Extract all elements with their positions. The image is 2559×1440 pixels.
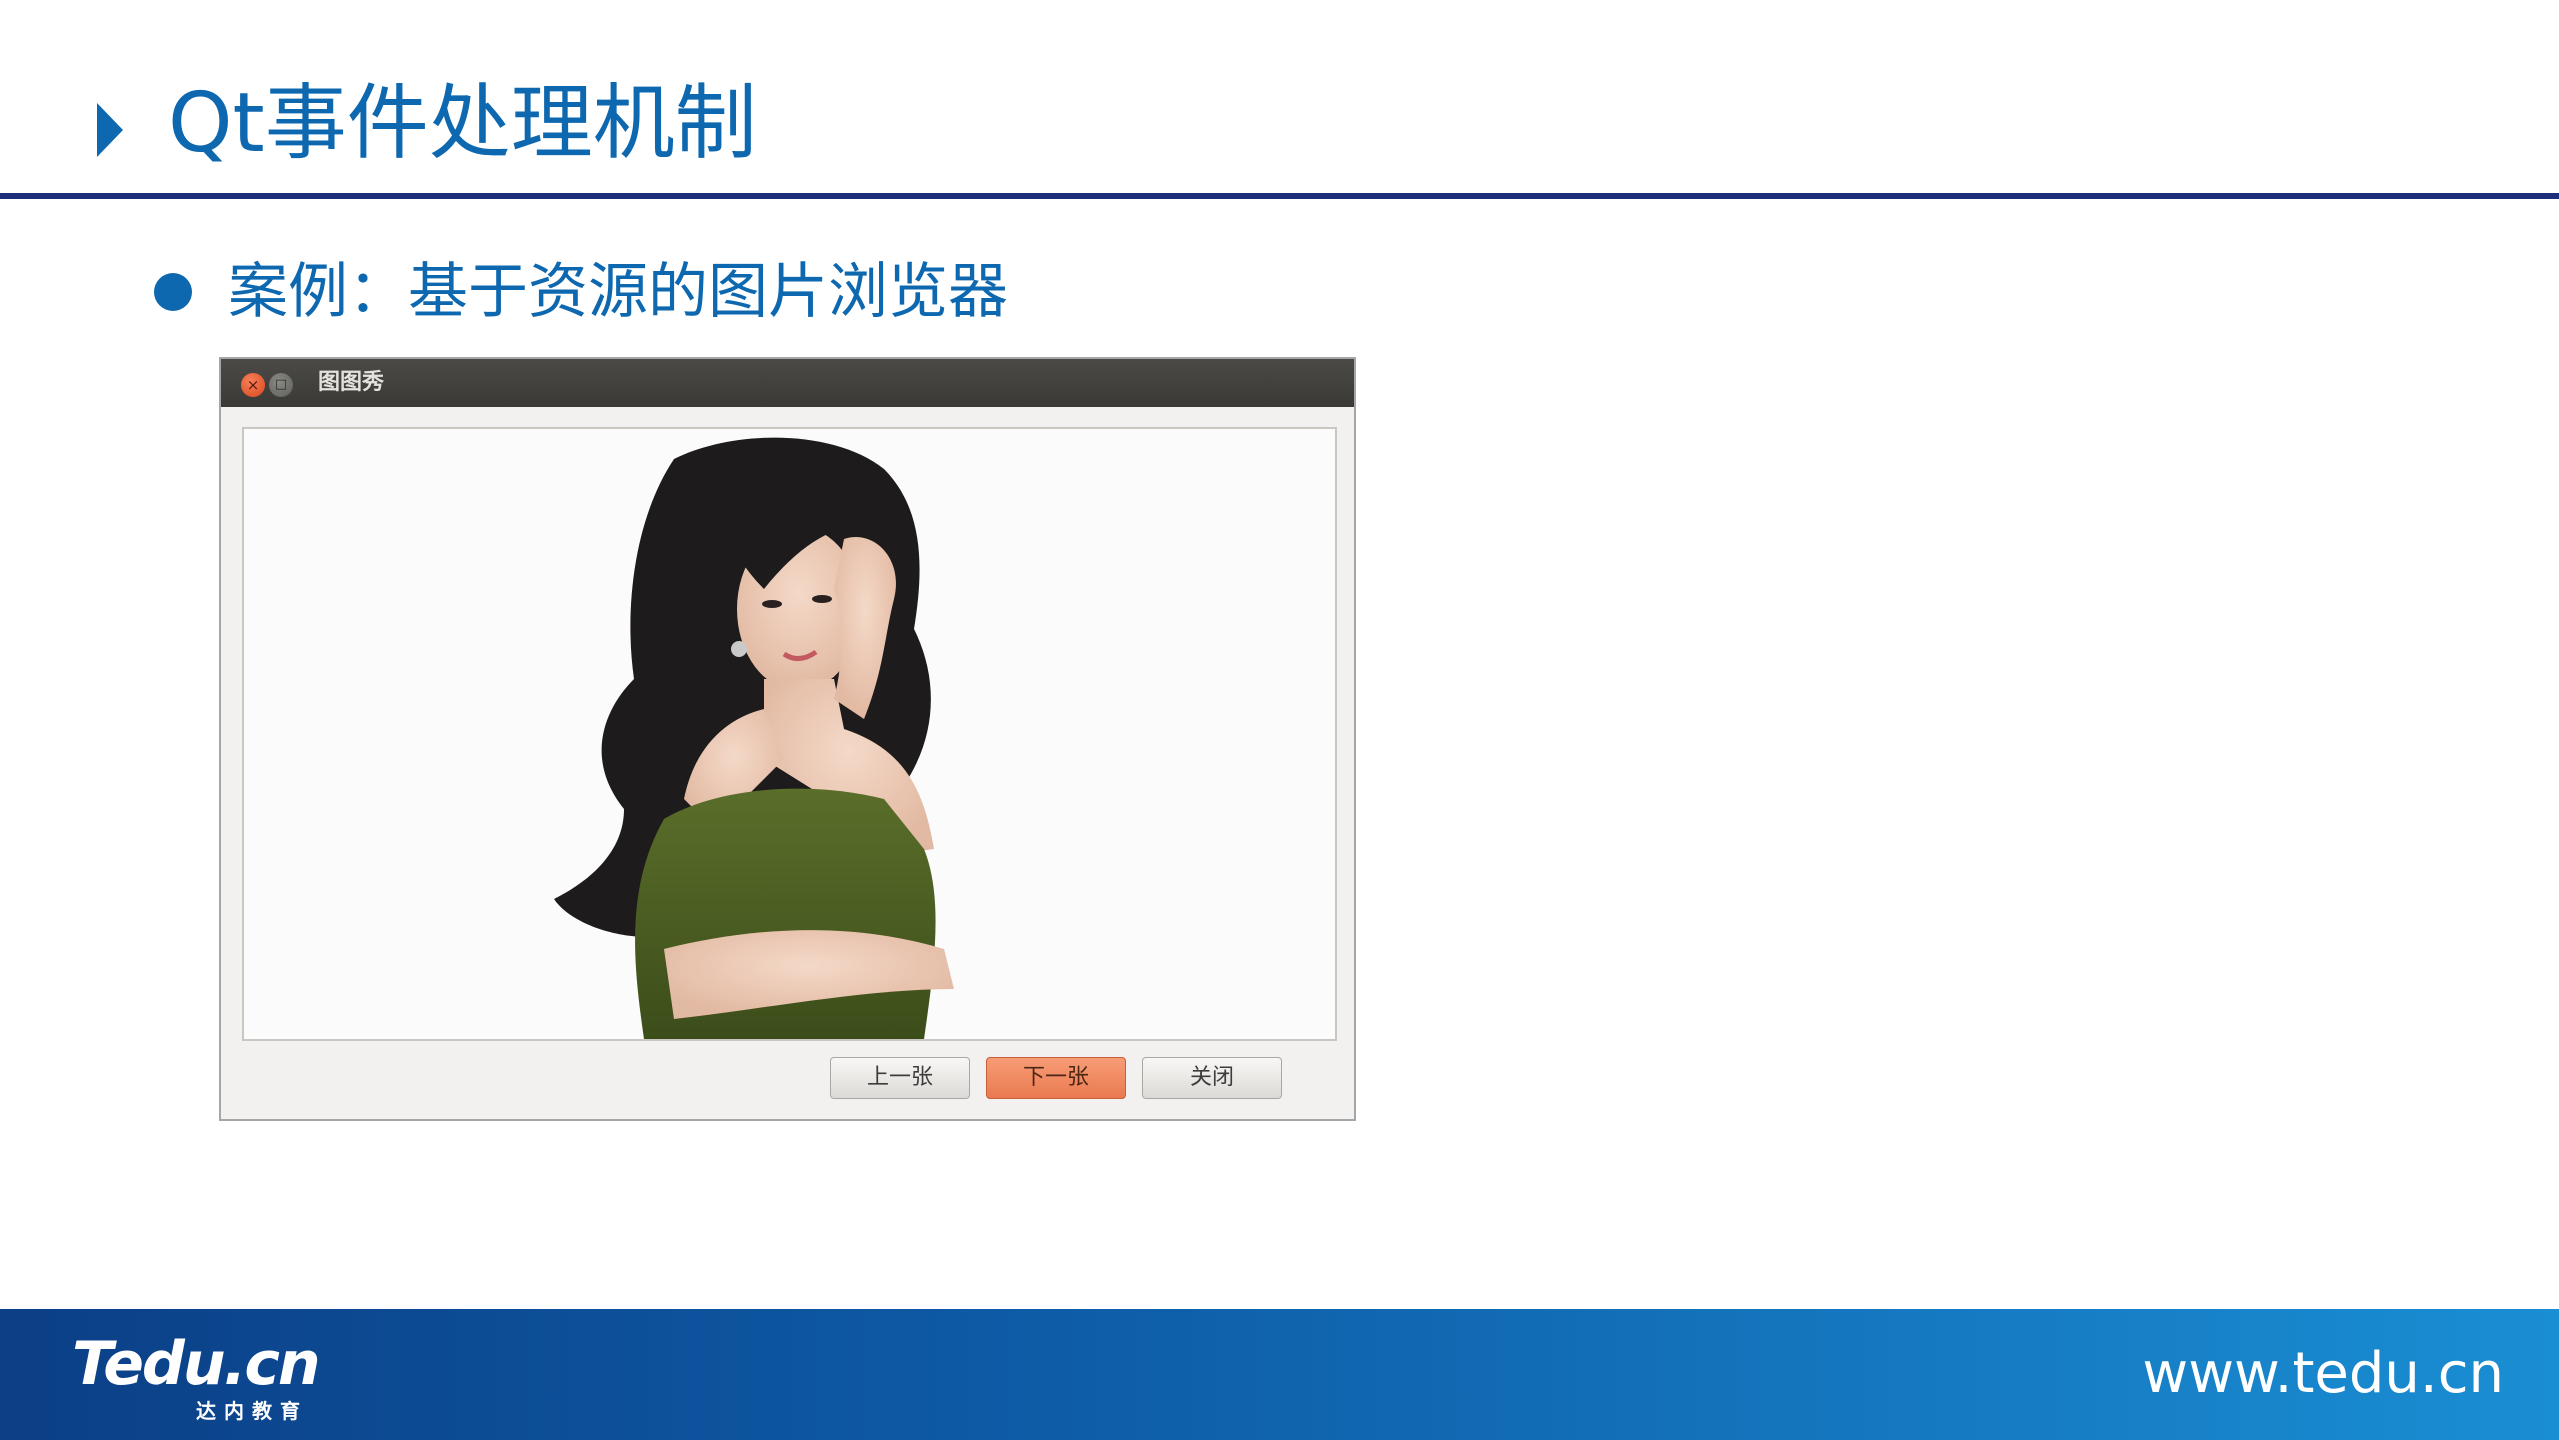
image-viewer-window: × □ 图图秀 上一张 下一张 关闭 [219,357,1356,1121]
footer-bar: Tedu.cn 达内教育 www.tedu.cn [0,1309,2559,1440]
title-divider [0,193,2559,199]
portrait-photo [554,437,954,1039]
page-title: Qt事件处理机制 [168,76,757,171]
window-titlebar: × □ 图图秀 [221,359,1354,407]
footer-url: www.tedu.cn [2142,1341,2504,1406]
bullet-text: 案例：基于资源的图片浏览器 [228,257,1008,327]
photo-display [242,427,1337,1041]
window-title: 图图秀 [318,370,385,395]
bullet-icon [154,273,192,311]
prev-image-button[interactable]: 上一张 [830,1057,970,1099]
window-close-icon[interactable]: × [241,373,265,397]
close-window-button[interactable]: 关闭 [1142,1057,1282,1099]
title-arrow-icon [97,103,123,157]
tedu-logo-subtitle: 达内教育 [196,1399,308,1423]
next-image-button[interactable]: 下一张 [986,1057,1126,1099]
window-maximize-icon[interactable]: □ [269,373,293,397]
tedu-logo: Tedu.cn [72,1329,321,1399]
